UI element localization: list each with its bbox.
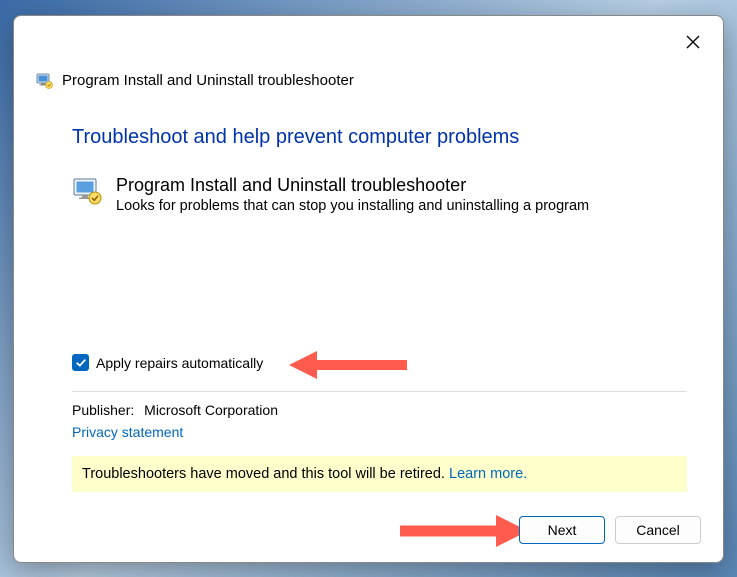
apply-repairs-checkbox[interactable] xyxy=(72,354,89,371)
notice-text: Troubleshooters have moved and this tool… xyxy=(82,466,449,482)
button-row: Next Cancel xyxy=(519,516,701,544)
annotation-arrow-icon xyxy=(398,514,528,548)
learn-more-link[interactable]: Learn more. xyxy=(449,466,527,482)
publisher-row: Publisher: Microsoft Corporation xyxy=(72,402,687,418)
window-title: Program Install and Uninstall troublesho… xyxy=(62,72,354,89)
retirement-notice: Troubleshooters have moved and this tool… xyxy=(72,456,687,492)
cancel-button[interactable]: Cancel xyxy=(615,516,701,544)
program-title: Program Install and Uninstall troublesho… xyxy=(116,175,589,197)
publisher-label: Publisher: xyxy=(72,402,134,418)
publisher-name: Microsoft Corporation xyxy=(144,402,278,418)
checkmark-icon xyxy=(75,357,87,369)
apply-repairs-row: Apply repairs automatically xyxy=(72,354,687,371)
page-heading: Troubleshoot and help prevent computer p… xyxy=(72,126,687,149)
troubleshooter-large-icon xyxy=(72,175,104,207)
troubleshooter-small-icon xyxy=(36,72,54,90)
content-area: Troubleshoot and help prevent computer p… xyxy=(72,126,687,493)
troubleshooter-window: Program Install and Uninstall troublesho… xyxy=(13,15,724,563)
annotation-arrow-icon xyxy=(289,350,409,380)
program-description: Looks for problems that can stop you ins… xyxy=(116,198,589,214)
program-info-row: Program Install and Uninstall troublesho… xyxy=(72,175,687,215)
privacy-statement-link[interactable]: Privacy statement xyxy=(72,424,687,440)
close-icon xyxy=(686,35,700,49)
close-button[interactable] xyxy=(681,30,705,54)
window-title-row: Program Install and Uninstall troublesho… xyxy=(36,72,354,90)
apply-repairs-label: Apply repairs automatically xyxy=(96,355,263,371)
next-button[interactable]: Next xyxy=(519,516,605,544)
divider xyxy=(72,391,687,392)
